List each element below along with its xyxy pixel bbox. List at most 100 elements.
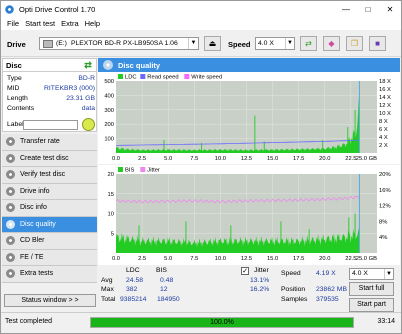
close-button[interactable]: ✕ — [379, 1, 401, 17]
y-right-tick-label: 10 X — [379, 111, 391, 117]
y-right-tick-label: 18 X — [379, 79, 391, 85]
stats-key: Avg — [101, 277, 113, 284]
stats-key: Max — [101, 286, 114, 293]
x-tick-label: 10.0 — [215, 156, 226, 162]
x-tick-label: 0.0 — [112, 156, 120, 162]
y-left-tick-label: 15 — [108, 192, 114, 198]
disc-quality-icon — [103, 60, 113, 70]
ldc-max: 382 — [126, 286, 138, 293]
disc-header-title: Disc — [6, 60, 22, 70]
drive-select[interactable]: (E:) PLEXTOR BD-R PX-LB950SA 1.06 ▼ — [39, 37, 199, 50]
nav-disc-info[interactable]: Disc info — [2, 200, 97, 217]
refresh-icon: ⇄ — [305, 39, 312, 48]
y-left-tick-label: 100 — [104, 137, 114, 143]
start-full-button[interactable]: Start full — [349, 282, 394, 296]
nav-verify-test-disc[interactable]: Verify test disc — [2, 167, 97, 184]
y-right-tick-label: 14 X — [379, 95, 391, 101]
x-tick-label: 15.0 — [267, 156, 278, 162]
disc-info-value: data — [81, 105, 95, 112]
nav-fe-te[interactable]: FE / TE — [2, 249, 97, 266]
disc-icon — [6, 269, 15, 279]
drive-name: PLEXTOR BD-R PX-LB950SA 1.06 — [70, 40, 178, 47]
menu-start-test[interactable]: Start test — [25, 19, 55, 28]
refresh-speed-button[interactable]: ⇄ — [300, 36, 317, 51]
x-tick-label: 7.5 — [190, 156, 198, 162]
x-tick-label: 17.5 — [293, 256, 304, 262]
legend-label: Write speed — [191, 75, 222, 81]
ldc-total: 9385214 — [120, 296, 147, 303]
menu-help[interactable]: Help — [85, 19, 100, 28]
disc-info-row: Length 23.31 GB — [7, 95, 95, 104]
drive-label: Drive — [7, 40, 26, 49]
x-tick-label: 20.0 — [319, 156, 330, 162]
nav-drive-info[interactable]: Drive info — [2, 183, 97, 200]
nav-label: CD Bler — [20, 237, 45, 245]
bis-jitter-chart: 0.0 2.5 5.0 7.5 10.0 12.5 15.0 17.5 20.0 22.5 25.0… — [98, 165, 400, 265]
disc-info: Type BD-R MID RITEKBR3 (000) Length 23.31 G… — [2, 72, 97, 132]
legend-label: Jitter — [147, 168, 160, 174]
toolbar: Drive (E:) PLEXTOR BD-R PX-LB950SA 1.06 … — [1, 31, 401, 57]
col-bis: BIS — [156, 267, 167, 274]
app-window: Opti Drive Control 1.70 — □ ✕ File Start… — [0, 0, 402, 334]
main-panel: Disc quality 0.0 2.5 5.0 7.5 10.0 12.5 15.0 17.… — [98, 58, 400, 312]
jitter-avg: 13.1% — [250, 277, 270, 284]
elapsed-time: 33:14 — [377, 318, 395, 325]
nav-disc-quality[interactable]: Disc quality — [2, 216, 97, 233]
y-right-tick-label: 16% — [379, 188, 391, 194]
legend-swatch — [140, 74, 146, 79]
disc-info-value: BD-R — [78, 75, 95, 82]
y-right-tick-label: 4 X — [379, 135, 388, 141]
save-button[interactable]: ■ — [369, 36, 386, 51]
nav-label: Verify test disc — [20, 171, 66, 179]
y-left-tick-label: 500 — [104, 79, 114, 85]
nav-cd-bler[interactable]: CD Bler — [2, 233, 97, 250]
sidebar-nav: Transfer rate Create test disc Verify te… — [2, 134, 97, 283]
x-tick-label: 15.0 — [267, 256, 278, 262]
col-ldc: LDC — [126, 267, 140, 274]
legend-label: BIS — [125, 168, 134, 174]
legend-swatch — [118, 167, 123, 172]
label-gear-icon[interactable] — [82, 118, 95, 131]
position-label: Position — [281, 286, 306, 293]
status-window-button[interactable]: Status window > > — [4, 294, 96, 307]
x-tick-label: 25.0 GB — [356, 256, 377, 262]
label-input[interactable] — [23, 120, 78, 130]
title-bar: Opti Drive Control 1.70 — □ ✕ — [1, 1, 401, 17]
ldc-chart: 0.0 2.5 5.0 7.5 10.0 12.5 15.0 17.5 20.0 22.5 25.0… — [98, 72, 400, 164]
copy-icon: ❐ — [350, 39, 359, 48]
maximize-button[interactable]: □ — [357, 1, 379, 17]
y-left-tick-label: 5 — [111, 231, 114, 237]
disc-icon — [6, 219, 15, 229]
disc-info-row: Contents data — [7, 105, 95, 114]
y-left-tick-label: 20 — [108, 172, 114, 178]
nav-label: Create test disc — [20, 154, 69, 162]
erase-button[interactable]: ◆ — [323, 36, 340, 51]
menu-file[interactable]: File — [7, 19, 19, 28]
copy-button[interactable]: ❐ — [346, 36, 363, 51]
panel-header: Disc quality — [98, 58, 400, 72]
nav-extra-tests[interactable]: Extra tests — [2, 266, 97, 283]
test-speed-select[interactable]: 4.0 X ▼ — [349, 268, 394, 280]
status-bar: Test completed 100.0% 33:14 — [1, 312, 401, 333]
speed-select[interactable]: 4.0 X ▼ — [255, 37, 295, 50]
minimize-button[interactable]: — — [335, 1, 357, 17]
legend-swatch — [184, 74, 190, 79]
nav-label: Transfer rate — [20, 138, 60, 146]
jitter-checkbox[interactable]: ✓ — [241, 267, 249, 275]
menu-extra[interactable]: Extra — [61, 19, 79, 28]
nav-create-test-disc[interactable]: Create test disc — [2, 150, 97, 167]
start-part-button[interactable]: Start part — [349, 298, 394, 312]
eject-button[interactable]: ⏏ — [204, 36, 221, 51]
bis-total: 184950 — [157, 296, 180, 303]
disc-info-key: Length — [7, 95, 28, 102]
refresh-disc-icon[interactable]: ⇄ — [82, 60, 94, 71]
nav-transfer-rate[interactable]: Transfer rate — [2, 134, 97, 151]
nav-label: Disc quality — [20, 220, 56, 228]
disc-icon — [6, 203, 15, 213]
disc-info-key: Type — [7, 75, 22, 82]
save-icon: ■ — [375, 39, 380, 48]
bis-avg: 0.48 — [160, 277, 174, 284]
legend-label: LDC — [125, 75, 137, 81]
eject-icon: ⏏ — [208, 39, 217, 48]
y-right-tick-label: 2 X — [379, 143, 388, 149]
